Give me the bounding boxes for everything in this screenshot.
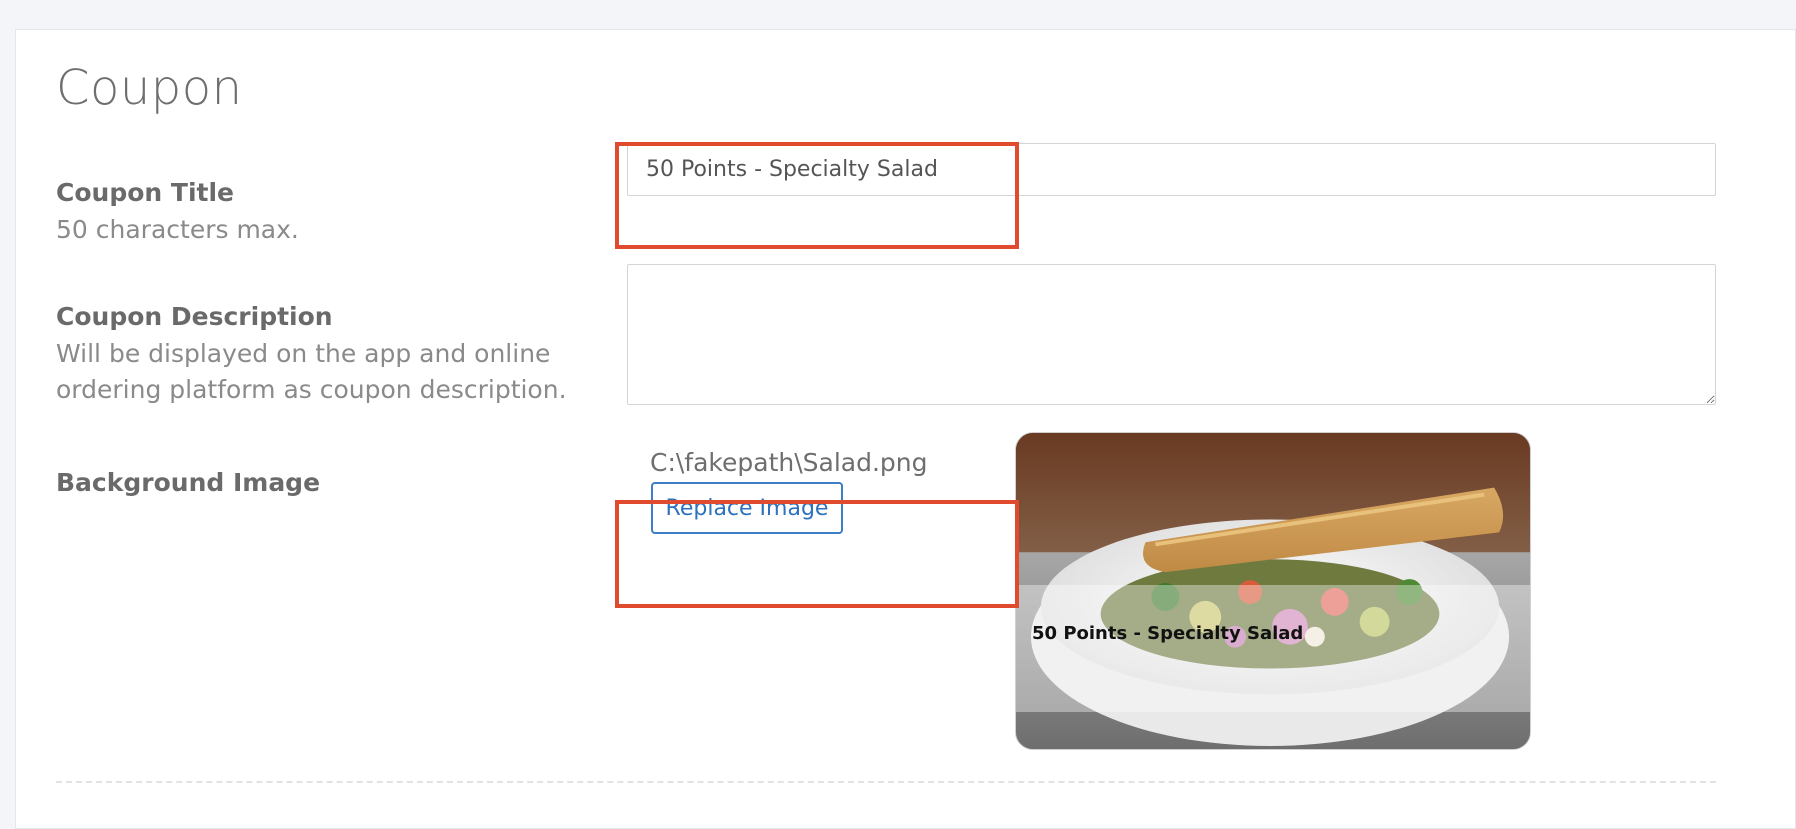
coupon-title-label: Coupon Title (56, 178, 234, 207)
coupon-description-textarea[interactable] (627, 264, 1716, 405)
background-image-label: Background Image (56, 468, 321, 497)
coupon-image-preview: 50 Points - Specialty Salad (1015, 432, 1531, 750)
preview-caption: 50 Points - Specialty Salad (1032, 623, 1304, 644)
section-title: Coupon (56, 60, 243, 116)
coupon-description-help: Will be displayed on the app and online … (56, 339, 567, 404)
coupon-title-help: 50 characters max. (56, 215, 299, 244)
coupon-title-input[interactable] (627, 143, 1716, 196)
coupon-description-label: Coupon Description (56, 302, 333, 331)
replace-image-button[interactable]: Replace Image (651, 482, 843, 534)
section-divider (56, 781, 1716, 783)
caption-band (1016, 585, 1530, 712)
file-path-text: C:\fakepath\Salad.png (650, 448, 928, 477)
